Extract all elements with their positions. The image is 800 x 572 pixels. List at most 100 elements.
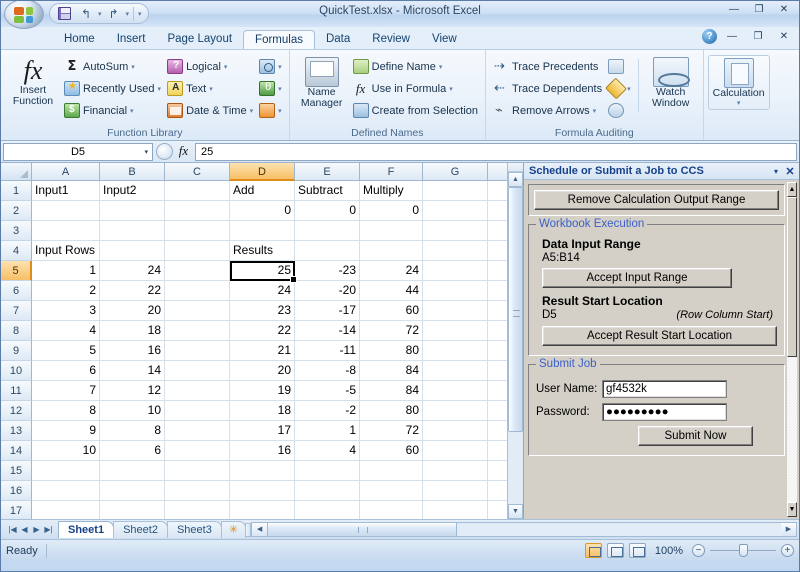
cell-B5[interactable]: 24 (100, 261, 165, 281)
use-in-formula-button[interactable]: fx Use in Formula ▾ (350, 78, 481, 99)
cell-D7[interactable]: 23 (230, 301, 295, 321)
cell-B13[interactable]: 8 (100, 421, 165, 441)
cell-H6[interactable] (488, 281, 508, 301)
close-workbook-button[interactable]: ✕ (773, 29, 795, 44)
cell-A3[interactable] (32, 221, 100, 241)
column-header-b[interactable]: B (100, 163, 165, 181)
sheet-tab-sheet3[interactable]: Sheet3 (166, 521, 222, 538)
row-header-16[interactable]: 16 (1, 481, 32, 501)
select-all-button[interactable] (1, 163, 32, 181)
cell-E8[interactable]: -14 (295, 321, 360, 341)
row-header-10[interactable]: 10 (1, 361, 32, 381)
cell-H8[interactable] (488, 321, 508, 341)
cell-C4[interactable] (165, 241, 230, 261)
page-break-preview-button[interactable] (628, 543, 646, 558)
column-header-a[interactable]: A (32, 163, 100, 181)
cell-F6[interactable]: 44 (360, 281, 423, 301)
cell-A5[interactable]: 1 (32, 261, 100, 281)
cell-G12[interactable] (423, 401, 488, 421)
cell-F2[interactable]: 0 (360, 201, 423, 221)
cell-G9[interactable] (423, 341, 488, 361)
tab-review[interactable]: Review (361, 30, 421, 49)
cell-B7[interactable]: 20 (100, 301, 165, 321)
scroll-left-button[interactable]: ◀ (252, 523, 268, 536)
logical-button[interactable]: Logical ▾ (164, 56, 256, 77)
formula-input[interactable]: 25 (195, 142, 797, 161)
cell-G13[interactable] (423, 421, 488, 441)
cell-C1[interactable] (165, 181, 230, 201)
cell-E4[interactable] (295, 241, 360, 261)
tab-formulas[interactable]: Formulas (243, 30, 315, 49)
cell-A7[interactable]: 3 (32, 301, 100, 321)
autosum-button[interactable]: Σ AutoSum ▾ (61, 56, 164, 77)
column-header-e[interactable]: E (295, 163, 360, 181)
cell-E14[interactable]: 4 (295, 441, 360, 461)
cell-D17[interactable] (230, 501, 295, 519)
cell-C6[interactable] (165, 281, 230, 301)
cell-G5[interactable] (423, 261, 488, 281)
cell-G1[interactable] (423, 181, 488, 201)
scroll-track[interactable] (508, 187, 523, 504)
cell-E9[interactable]: -11 (295, 341, 360, 361)
tab-insert[interactable]: Insert (106, 30, 157, 49)
cell-E13[interactable]: 1 (295, 421, 360, 441)
name-manager-button[interactable]: Name Manager (294, 55, 350, 111)
cell-H3[interactable] (488, 221, 508, 241)
row-header-12[interactable]: 12 (1, 401, 32, 421)
cell-G15[interactable] (423, 461, 488, 481)
sheet-tab-sheet2[interactable]: Sheet2 (113, 521, 168, 538)
cell-H15[interactable] (488, 461, 508, 481)
split-box[interactable] (508, 163, 523, 172)
tab-page-layout[interactable]: Page Layout (156, 30, 243, 49)
cell-C11[interactable] (165, 381, 230, 401)
cell-F8[interactable]: 72 (360, 321, 423, 341)
help-icon[interactable]: ? (702, 29, 717, 44)
scroll-right-button[interactable]: ▶ (781, 523, 796, 536)
tab-data[interactable]: Data (315, 30, 361, 49)
chevron-down-icon[interactable]: ▾ (144, 148, 148, 156)
cell-D14[interactable]: 16 (230, 441, 295, 461)
cell-C10[interactable] (165, 361, 230, 381)
cell-E16[interactable] (295, 481, 360, 501)
more-functions-button[interactable]: ▾ (256, 100, 285, 121)
cell-C15[interactable] (165, 461, 230, 481)
cell-F9[interactable]: 80 (360, 341, 423, 361)
row-header-8[interactable]: 8 (1, 321, 32, 341)
close-icon[interactable]: ✕ (783, 165, 797, 178)
row-header-2[interactable]: 2 (1, 201, 32, 221)
recently-used-button[interactable]: Recently Used ▾ (61, 78, 164, 99)
cell-H13[interactable] (488, 421, 508, 441)
cell-H12[interactable] (488, 401, 508, 421)
cell-F11[interactable]: 84 (360, 381, 423, 401)
zoom-slider[interactable] (710, 544, 776, 557)
show-formulas-button[interactable] (605, 56, 634, 77)
cell-A11[interactable]: 7 (32, 381, 100, 401)
error-checking-button[interactable]: ▾ (605, 77, 634, 100)
cell-F7[interactable]: 60 (360, 301, 423, 321)
cell-D13[interactable]: 17 (230, 421, 295, 441)
cell-G16[interactable] (423, 481, 488, 501)
cell-E7[interactable]: -17 (295, 301, 360, 321)
cell-C9[interactable] (165, 341, 230, 361)
cell-E5[interactable]: -23 (295, 261, 360, 281)
cell-E15[interactable] (295, 461, 360, 481)
cell-C17[interactable] (165, 501, 230, 519)
cell-H5[interactable] (488, 261, 508, 281)
cell-A12[interactable]: 8 (32, 401, 100, 421)
normal-view-button[interactable] (584, 543, 602, 558)
cell-H10[interactable] (488, 361, 508, 381)
evaluate-formula-button[interactable] (605, 100, 634, 121)
calculation-button[interactable]: Calculation ▾ (707, 55, 770, 110)
cell-E6[interactable]: -20 (295, 281, 360, 301)
horizontal-scroll-thumb[interactable] (267, 523, 458, 536)
cell-B17[interactable] (100, 501, 165, 519)
cell-E10[interactable]: -8 (295, 361, 360, 381)
zoom-in-button[interactable]: + (781, 544, 794, 557)
financial-button[interactable]: Financial ▾ (61, 100, 164, 121)
row-header-15[interactable]: 15 (1, 461, 32, 481)
name-box[interactable]: D5 ▾ (3, 142, 153, 161)
cell-C7[interactable] (165, 301, 230, 321)
cell-D8[interactable]: 22 (230, 321, 295, 341)
cell-G17[interactable] (423, 501, 488, 519)
cell-F13[interactable]: 72 (360, 421, 423, 441)
